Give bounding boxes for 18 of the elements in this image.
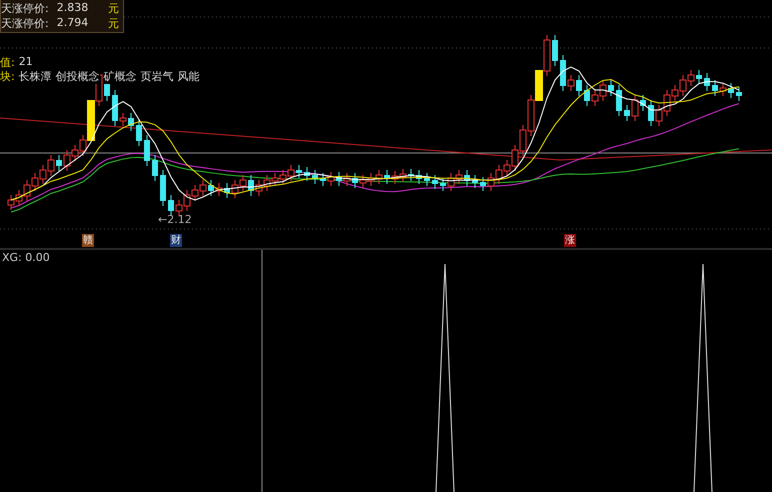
- low-price-label: ←2.12: [158, 213, 192, 226]
- sector-tag: 矿概念: [104, 69, 137, 84]
- event-marker[interactable]: 涨: [564, 234, 576, 247]
- limit-price-value: 2.838: [56, 1, 90, 16]
- sector-tag: 长株潭: [18, 69, 52, 84]
- sector-tag: 风能: [178, 69, 200, 84]
- limit-price-value: 2.794: [56, 16, 90, 31]
- sector-tag: 创投概念: [56, 69, 100, 84]
- sector-label: 块:: [0, 69, 15, 84]
- indicator-label: 值:: [0, 55, 15, 70]
- event-marker[interactable]: 财: [170, 234, 182, 247]
- limit-price-label: 天涨停价:: [1, 16, 49, 31]
- sector-tag: 页岩气: [140, 69, 174, 84]
- indicator-reading: XG: 0.00: [2, 251, 50, 264]
- limit-price-label: 天涨停价:: [1, 1, 49, 16]
- currency-unit: 元: [108, 16, 119, 31]
- event-marker[interactable]: 赣: [82, 234, 94, 247]
- currency-unit: 元: [108, 1, 119, 16]
